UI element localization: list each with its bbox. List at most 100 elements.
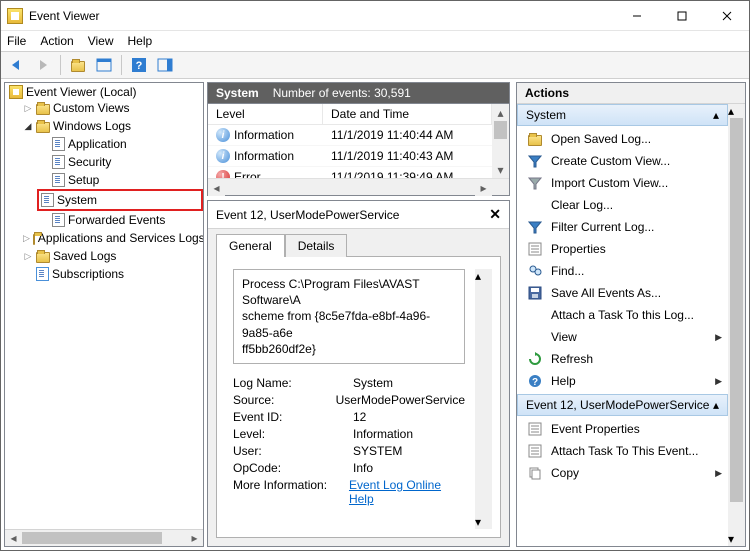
help-icon: ? (528, 374, 542, 388)
action-attach-a-task-to-this-log[interactable]: Attach a Task To this Log... (517, 304, 728, 326)
toolbar-panel2-icon[interactable] (153, 54, 177, 76)
table-row[interactable]: iInformation11/1/2019 11:40:43 AM (208, 146, 492, 167)
tree-security[interactable]: Security (37, 153, 203, 171)
label-log-name: Log Name: (233, 376, 353, 390)
tree-apps-services[interactable]: ▷Applications and Services Logs (21, 229, 203, 247)
menu-file[interactable]: File (7, 34, 26, 48)
tab-details[interactable]: Details (285, 234, 348, 257)
expand-icon[interactable]: ▷ (23, 99, 33, 117)
events-grid: Level Date and Time iInformation11/1/201… (207, 104, 510, 196)
action-label: Find... (551, 264, 722, 278)
expand-icon[interactable]: ▷ (23, 247, 33, 265)
action-label: Copy (551, 466, 707, 480)
action-label: Save All Events As... (551, 286, 722, 300)
value-log-name: System (353, 376, 393, 390)
tree-horizontal-scrollbar[interactable]: ◂▸ (5, 529, 203, 546)
menu-help[interactable]: Help (128, 34, 153, 48)
action-open-saved-log[interactable]: Open Saved Log... (517, 128, 728, 150)
minimize-button[interactable] (614, 1, 659, 30)
grid-horizontal-scrollbar[interactable]: ◂▸ (208, 178, 509, 195)
detail-vertical-scrollbar[interactable]: ▴▾ (475, 269, 492, 529)
action-properties[interactable]: Properties (517, 238, 728, 260)
forward-button[interactable] (31, 54, 55, 76)
action-save-all-events-as[interactable]: Save All Events As... (517, 282, 728, 304)
app-window: Event Viewer File Action View Help ? Ev (0, 0, 750, 551)
actions-vertical-scrollbar[interactable]: ▴▾ (728, 104, 745, 546)
actions-header: Actions (517, 83, 745, 104)
submenu-icon: ▶ (715, 376, 722, 387)
tab-general[interactable]: General (216, 234, 285, 257)
action-help[interactable]: ?Help▶ (517, 370, 728, 392)
toolbar: ? (1, 51, 749, 79)
app-icon (7, 8, 23, 24)
collapse-icon: ▴ (713, 398, 719, 412)
menu-bar: File Action View Help (1, 31, 749, 51)
grid-vertical-scrollbar[interactable]: ▴▾ (492, 104, 509, 178)
tree-system[interactable]: System (37, 189, 203, 211)
action-find[interactable]: Find... (517, 260, 728, 282)
tree-windows-logs[interactable]: ◢Windows Logs (21, 117, 203, 135)
import-icon (528, 176, 542, 190)
tree-subscriptions[interactable]: Subscriptions (21, 265, 203, 283)
action-label: Clear Log... (551, 198, 722, 212)
actions-section-system[interactable]: System▴ (517, 104, 728, 126)
action-label: Refresh (551, 352, 722, 366)
expand-icon[interactable]: ▷ (23, 229, 30, 247)
col-date[interactable]: Date and Time (323, 104, 492, 124)
cell-level: Information (234, 128, 294, 142)
detail-close-icon[interactable]: ✕ (489, 206, 501, 223)
center-pane: System Number of events: 30,591 Level Da… (207, 79, 513, 550)
action-create-custom-view[interactable]: Create Custom View... (517, 150, 728, 172)
menu-action[interactable]: Action (40, 34, 73, 48)
tree-root[interactable]: Event Viewer (Local) (5, 85, 203, 99)
action-label: Attach Task To This Event... (551, 444, 722, 458)
action-label: Filter Current Log... (551, 220, 722, 234)
tree-pane: Event Viewer (Local) ▷Custom Views ◢Wind… (4, 82, 204, 547)
action-attach-task-to-this-event[interactable]: Attach Task To This Event... (517, 440, 728, 462)
label-user: User: (233, 444, 353, 458)
tree-custom-views[interactable]: ▷Custom Views (21, 99, 203, 117)
event-message: Process C:\Program Files\AVAST Software\… (233, 269, 465, 364)
action-label: View (551, 330, 707, 344)
toolbar-panel-icon[interactable] (92, 54, 116, 76)
action-filter-current-log[interactable]: Filter Current Log... (517, 216, 728, 238)
menu-view[interactable]: View (88, 34, 114, 48)
tree-saved-logs[interactable]: ▷Saved Logs (21, 247, 203, 265)
maximize-button[interactable] (659, 1, 704, 30)
action-view[interactable]: View▶ (517, 326, 728, 348)
toolbar-open-icon[interactable] (66, 54, 90, 76)
close-button[interactable] (704, 1, 749, 30)
detail-title: Event 12, UserModePowerService (216, 208, 489, 222)
action-clear-log[interactable]: Clear Log... (517, 194, 728, 216)
svg-text:?: ? (532, 377, 538, 388)
title-bar: Event Viewer (1, 1, 749, 31)
tree-forwarded[interactable]: Forwarded Events (37, 211, 203, 229)
action-event-properties[interactable]: Event Properties (517, 418, 728, 440)
collapse-icon[interactable]: ◢ (23, 117, 33, 135)
action-label: Attach a Task To this Log... (551, 308, 722, 322)
properties-icon (528, 242, 542, 256)
table-row[interactable]: iInformation11/1/2019 11:40:44 AM (208, 125, 492, 146)
value-level: Information (353, 427, 413, 441)
tree-application[interactable]: Application (37, 135, 203, 153)
col-level[interactable]: Level (208, 104, 323, 124)
back-button[interactable] (5, 54, 29, 76)
refresh-icon (528, 352, 542, 366)
tree-setup[interactable]: Setup (37, 171, 203, 189)
action-label: Open Saved Log... (551, 132, 722, 146)
find-icon (528, 264, 542, 278)
submenu-icon: ▶ (715, 468, 722, 479)
toolbar-help-icon[interactable]: ? (127, 54, 151, 76)
link-online-help[interactable]: Event Log Online Help (349, 478, 441, 506)
filter-icon (528, 154, 542, 168)
label-event-id: Event ID: (233, 410, 353, 424)
tree-root-label: Event Viewer (Local) (26, 85, 137, 99)
action-refresh[interactable]: Refresh (517, 348, 728, 370)
filter-icon (528, 220, 542, 234)
action-copy[interactable]: Copy ▶ (517, 462, 728, 484)
window-title: Event Viewer (29, 9, 614, 23)
action-import-custom-view[interactable]: Import Custom View... (517, 172, 728, 194)
cell-level: Information (234, 149, 294, 163)
actions-section-event[interactable]: Event 12, UserModePowerService▴ (517, 394, 728, 416)
action-label: Event Properties (551, 422, 722, 436)
